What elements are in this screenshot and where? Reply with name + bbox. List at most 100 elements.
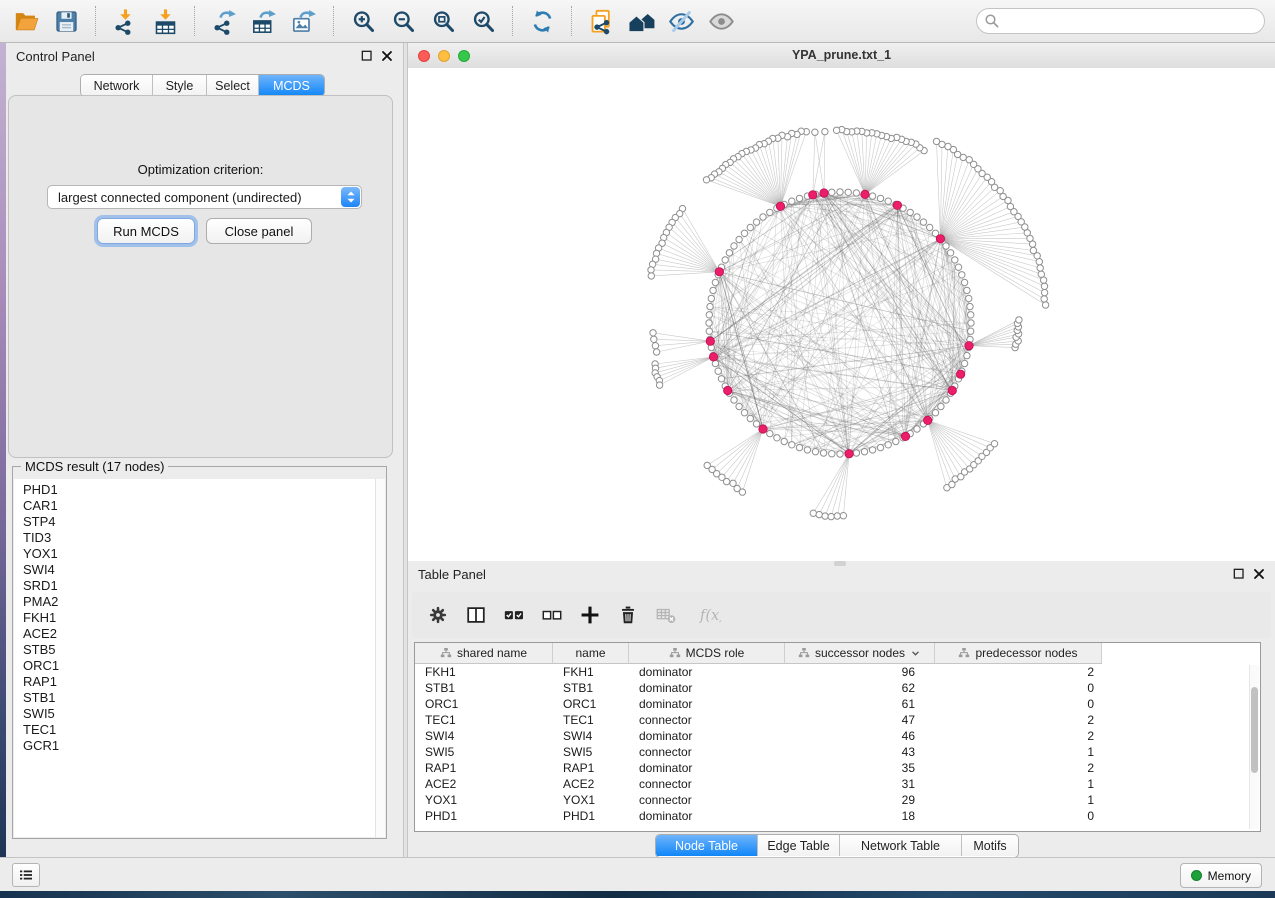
network-node[interactable] [845,189,851,195]
network-node[interactable] [789,442,795,448]
unselect-all-rows-icon[interactable] [540,603,564,627]
network-node[interactable] [877,444,883,450]
zoom-fit-icon[interactable] [428,6,458,36]
network-node[interactable] [753,219,759,225]
mcds-result-item[interactable]: ACE2 [23,626,385,642]
mcds-result-item[interactable]: CAR1 [23,498,385,514]
zoom-out-icon[interactable] [388,6,418,36]
network-node[interactable] [834,513,840,519]
column-settings-gear-icon[interactable] [426,603,450,627]
table-scrollbar-thumb[interactable] [1251,687,1258,773]
network-node[interactable] [736,403,742,409]
network-node[interactable] [943,397,949,403]
mcds-result-list[interactable]: PHD1CAR1STP4TID3YOX1SWI4SRD1PMA2FKH1ACE2… [14,479,385,837]
import-network-icon[interactable] [110,6,140,36]
column-header-shared-name[interactable]: shared name [415,643,553,664]
network-node[interactable] [967,303,973,309]
mcds-result-item[interactable]: FKH1 [23,610,385,626]
network-node[interactable] [968,328,974,334]
mcds-hub-node[interactable] [820,189,828,197]
network-node[interactable] [837,189,843,195]
select-all-rows-icon[interactable] [502,603,526,627]
add-row-icon[interactable] [578,603,602,627]
network-node[interactable] [1042,302,1048,308]
network-node[interactable] [722,257,728,263]
network-node[interactable] [651,336,657,342]
network-node[interactable] [812,129,818,135]
network-node[interactable] [893,438,899,444]
mcds-result-item[interactable]: STP4 [23,514,385,530]
network-node[interactable] [966,295,972,301]
network-node[interactable] [781,438,787,444]
network-node[interactable] [820,450,826,456]
network-node[interactable] [656,382,662,388]
mcds-result-item[interactable]: STB1 [23,690,385,706]
tab-mcds[interactable]: MCDS [259,75,324,96]
column-header-predecessor-nodes[interactable]: predecessor nodes [935,643,1102,664]
mcds-result-item[interactable]: YOX1 [23,546,385,562]
mcds-hub-node[interactable] [715,268,723,276]
network-node[interactable] [706,320,712,326]
network-node[interactable] [1016,317,1022,323]
network-node[interactable] [947,250,953,256]
network-node[interactable] [653,349,659,355]
mcds-hub-node[interactable] [948,386,956,394]
home-view-icon[interactable] [626,6,656,36]
network-node[interactable] [920,219,926,225]
network-node[interactable] [760,214,766,220]
network-node[interactable] [932,410,938,416]
split-columns-icon[interactable] [464,603,488,627]
network-node[interactable] [869,193,875,199]
column-header-name[interactable]: name [553,643,629,664]
network-node[interactable] [747,224,753,230]
network-node[interactable] [796,444,802,450]
network-window-titlebar[interactable]: YPA_prune.txt_1 [408,43,1275,69]
mcds-result-item[interactable]: GCR1 [23,738,385,754]
network-node[interactable] [943,243,949,249]
network-node[interactable] [712,279,718,285]
network-node[interactable] [1030,247,1036,253]
network-node[interactable] [1037,265,1043,271]
network-node[interactable] [767,209,773,215]
network-node[interactable] [731,397,737,403]
zoom-in-icon[interactable] [348,6,378,36]
tab-style[interactable]: Style [153,75,207,96]
save-session-icon[interactable] [51,6,81,36]
network-node[interactable] [945,143,951,149]
network-node[interactable] [652,343,658,349]
network-node[interactable] [816,511,822,517]
network-node[interactable] [703,177,709,183]
mcds-result-item[interactable]: TEC1 [23,722,385,738]
mcds-hub-node[interactable] [809,191,817,199]
table-row[interactable]: FKH1FKH1dominator962 [415,664,1260,680]
run-mcds-button[interactable]: Run MCDS [97,218,195,244]
network-node[interactable] [877,195,883,201]
network-node[interactable] [1041,283,1047,289]
show-graphics-details-icon[interactable] [706,6,736,36]
mcds-hub-node[interactable] [724,386,732,394]
network-node[interactable] [774,435,780,441]
network-node[interactable] [747,415,753,421]
network-node[interactable] [648,267,654,273]
open-file-icon[interactable] [11,6,41,36]
mcds-result-item[interactable]: SWI5 [23,706,385,722]
network-node[interactable] [1041,289,1047,295]
network-node[interactable] [822,513,828,519]
memory-button[interactable]: Memory [1180,863,1262,888]
network-node[interactable] [707,303,713,309]
network-node[interactable] [991,441,997,447]
network-node[interactable] [739,489,745,495]
network-node[interactable] [837,451,843,457]
network-node[interactable] [796,195,802,201]
mcds-hub-node[interactable] [861,190,869,198]
mcds-result-item[interactable]: STB5 [23,642,385,658]
float-panel-icon[interactable] [359,48,375,64]
tab-network[interactable]: Network [81,75,153,96]
table-row[interactable]: ACE2ACE2connector311 [415,776,1260,792]
network-node[interactable] [715,368,721,374]
network-node[interactable] [1041,296,1047,302]
network-node[interactable] [968,320,974,326]
network-node[interactable] [861,449,867,455]
search-input[interactable] [976,8,1265,34]
mcds-result-item[interactable]: PHD1 [23,482,385,498]
